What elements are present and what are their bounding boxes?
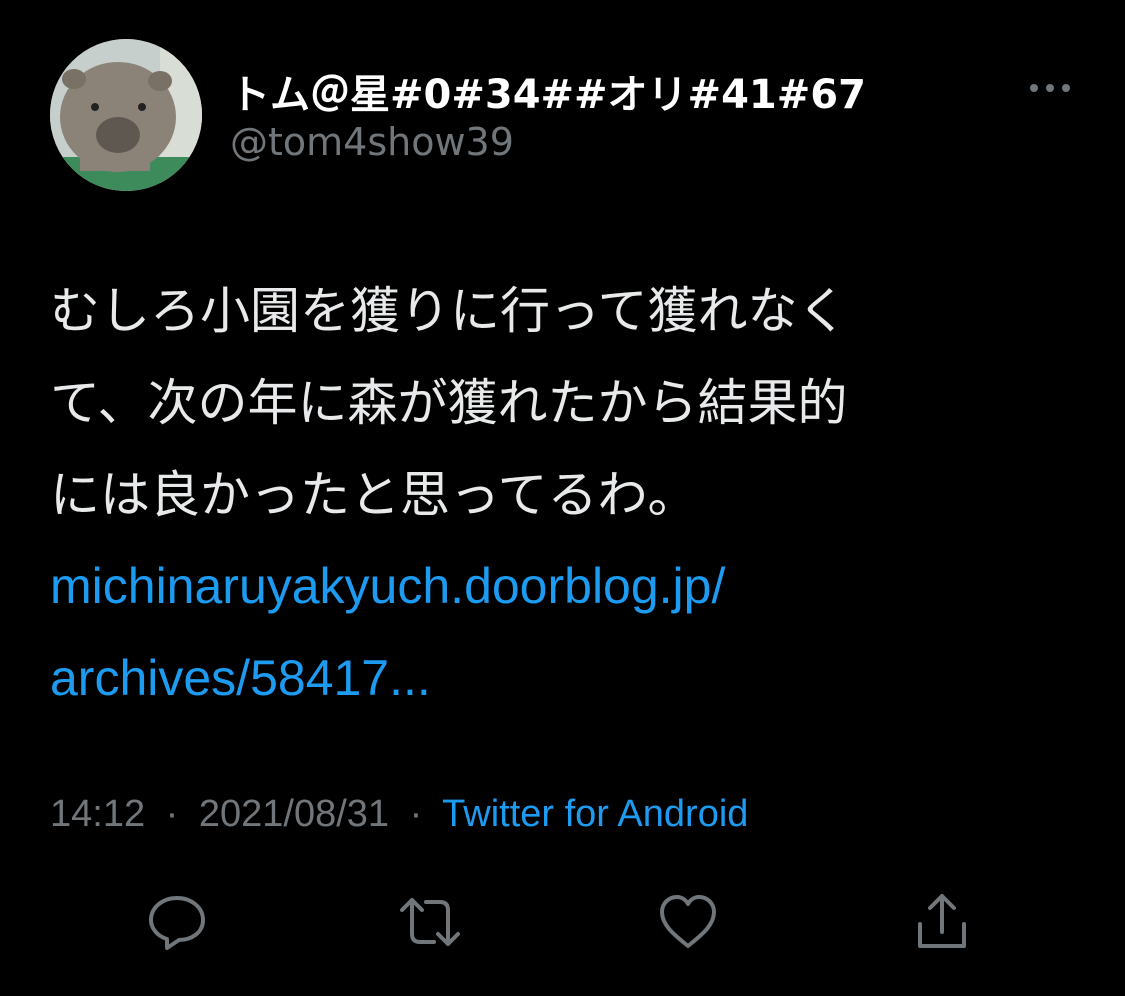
meta-separator: · [409,793,423,835]
user-handle[interactable]: @tom4show39 [230,120,514,164]
tweet-text-line: て、次の年に森が獲れたから結果的 [50,374,848,432]
reply-icon[interactable] [145,890,209,954]
tweet-text: むしろ小園を獲りに行って獲れなく て、次の年に森が獲れたから結果的 には良かった… [50,265,1070,541]
avatar[interactable] [50,39,202,191]
tweet-link-line[interactable]: michinaruyakyuch.doorblog.jp/ [50,540,1070,632]
retweet-icon[interactable] [398,890,462,954]
tweet-text-line: むしろ小園を獲りに行って獲れなく [50,282,848,340]
tweet-date: 2021/08/31 [198,793,390,835]
tweet-text-line: には良かったと思ってるわ。 [50,466,698,524]
tweet-link[interactable]: michinaruyakyuch.doorblog.jp/ archives/5… [50,540,1070,724]
wombat-avatar-icon [50,39,202,191]
tweet-time: 14:12 [50,793,146,835]
tweet-source-link[interactable]: Twitter for Android [442,793,748,835]
tweet-actions [0,890,1125,960]
display-name[interactable]: トム＠星#0#34##オリ#41#67 [230,62,866,120]
share-icon[interactable] [910,890,974,954]
tweet-link-line[interactable]: archives/58417... [50,632,1070,724]
tweet-metadata: 14:12 · 2021/08/31 · Twitter for Android [50,793,748,836]
more-icon[interactable] [1020,70,1080,106]
meta-separator: · [165,793,179,835]
like-icon[interactable] [656,890,720,954]
